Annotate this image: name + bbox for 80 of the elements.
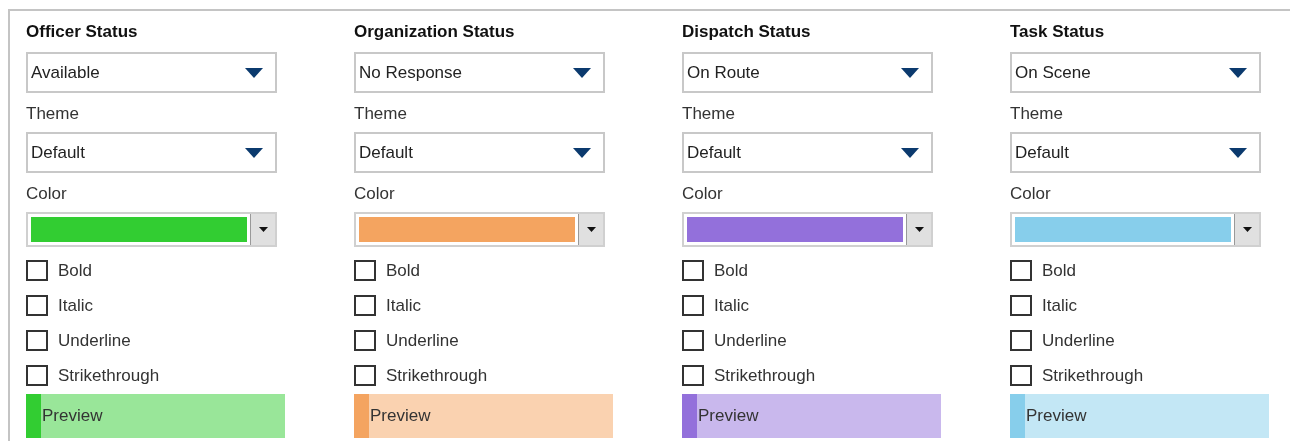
color-accent <box>26 394 41 438</box>
dropdown[interactable]: On Route <box>682 52 933 93</box>
dropdown-arrow-icon <box>914 227 924 232</box>
checkbox[interactable] <box>682 295 704 316</box>
checkbox[interactable] <box>1010 365 1032 386</box>
dropdown[interactable]: No Response <box>354 52 605 93</box>
dropdown-arrow-icon <box>901 67 919 78</box>
preview-text: Preview <box>369 405 431 428</box>
dropdown-arrow-icon <box>586 227 596 232</box>
checkbox[interactable] <box>1010 295 1032 316</box>
checkbox-label: Underline <box>1042 329 1115 352</box>
checkbox[interactable] <box>26 330 48 351</box>
checkbox-label: Bold <box>386 259 421 282</box>
dropdown-arrow-icon <box>1229 67 1247 78</box>
dropdown[interactable]: Default <box>26 132 277 173</box>
dropdown-arrow-icon <box>245 147 263 158</box>
checkbox[interactable] <box>26 260 48 281</box>
checkbox-label: Bold <box>58 259 93 282</box>
checkbox-label: Strikethrough <box>1042 364 1144 387</box>
checkbox[interactable] <box>26 295 48 316</box>
theme-label: Theme <box>354 103 408 125</box>
checkbox-label: Underline <box>58 329 131 352</box>
section-title: Dispatch Status <box>682 21 812 43</box>
section-title: Organization Status <box>354 21 516 43</box>
section-title: Officer Status <box>26 21 139 43</box>
color-label: Color <box>26 183 68 205</box>
checkbox-label: Italic <box>714 294 749 317</box>
dropdown[interactable]: Available <box>26 52 277 93</box>
checkbox-label: Strikethrough <box>714 364 816 387</box>
dropdown-arrow-icon <box>245 67 263 78</box>
checkbox[interactable] <box>354 295 376 316</box>
checkbox[interactable] <box>682 260 704 281</box>
dropdown-arrow-icon <box>1229 147 1247 158</box>
dropdown-arrow-icon <box>573 147 591 158</box>
checkbox[interactable] <box>354 365 376 386</box>
checkbox-label: Bold <box>714 259 749 282</box>
dropdown[interactable]: On Scene <box>1010 52 1261 93</box>
dropdown-arrow-icon <box>901 147 919 158</box>
checkbox-label: Italic <box>1042 294 1077 317</box>
preview-text: Preview <box>41 405 103 428</box>
dropdown[interactable]: Default <box>682 132 933 173</box>
checkbox-label: Italic <box>58 294 93 317</box>
theme-label: Theme <box>682 103 736 125</box>
checkbox-label: Strikethrough <box>58 364 160 387</box>
checkbox[interactable] <box>1010 260 1032 281</box>
checkbox-label: Underline <box>386 329 459 352</box>
checkbox[interactable] <box>26 365 48 386</box>
checkbox[interactable] <box>354 260 376 281</box>
color-label: Color <box>354 183 396 205</box>
preview-text: Preview <box>697 405 759 428</box>
color-picker[interactable] <box>354 212 605 247</box>
checkbox-label: Underline <box>714 329 787 352</box>
dropdown[interactable]: Default <box>354 132 605 173</box>
color-dropdown-button[interactable] <box>250 214 275 245</box>
dropdown-arrow-icon <box>573 67 591 78</box>
color-label: Color <box>682 183 724 205</box>
color-dropdown-button[interactable] <box>578 214 603 245</box>
checkbox[interactable] <box>682 330 704 351</box>
color-picker[interactable] <box>682 212 933 247</box>
color-dropdown-button[interactable] <box>1234 214 1259 245</box>
checkbox[interactable] <box>1010 330 1032 351</box>
color-accent <box>682 394 697 438</box>
dropdown-arrow-icon <box>258 227 268 232</box>
color-picker[interactable] <box>26 212 277 247</box>
checkbox-label: Italic <box>386 294 421 317</box>
color-dropdown-button[interactable] <box>906 214 931 245</box>
color-accent <box>1010 394 1025 438</box>
color-label: Color <box>1010 183 1052 205</box>
section-title: Task Status <box>1010 21 1106 43</box>
checkbox-label: Bold <box>1042 259 1077 282</box>
preview-text: Preview <box>1025 405 1087 428</box>
color-picker[interactable] <box>1010 212 1261 247</box>
checkbox[interactable] <box>354 330 376 351</box>
dropdown-arrow-icon <box>1242 227 1252 232</box>
theme-label: Theme <box>26 103 80 125</box>
theme-label: Theme <box>1010 103 1064 125</box>
checkbox-label: Strikethrough <box>386 364 488 387</box>
checkbox[interactable] <box>682 365 704 386</box>
dropdown[interactable]: Default <box>1010 132 1261 173</box>
color-accent <box>354 394 369 438</box>
